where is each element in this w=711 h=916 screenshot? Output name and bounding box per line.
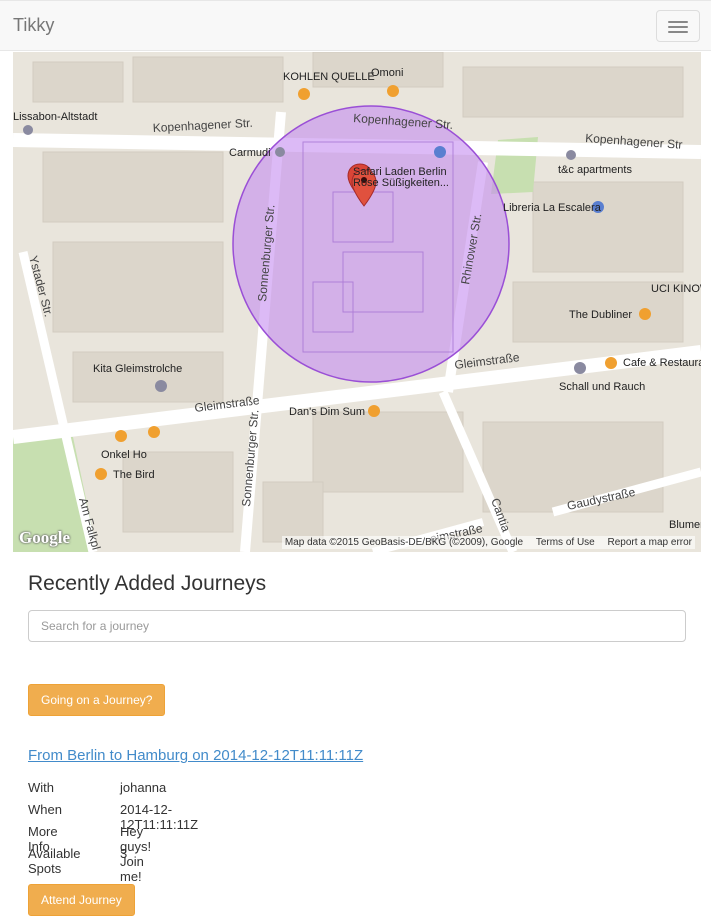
map-place-label: Dan's Dim Sum bbox=[289, 406, 365, 418]
map-place-label: Omoni bbox=[371, 67, 403, 79]
terms-link[interactable]: Terms of Use bbox=[536, 537, 595, 548]
brand-logo[interactable]: Tikky bbox=[13, 15, 54, 36]
section-heading: Recently Added Journeys bbox=[28, 572, 267, 595]
map-place-label: UCI KINOW bbox=[651, 283, 701, 295]
map-place-label: Carmudi bbox=[229, 147, 271, 159]
search-input[interactable] bbox=[28, 610, 686, 642]
when-label: When bbox=[28, 802, 62, 817]
navbar: Tikky bbox=[0, 0, 711, 51]
map-place-label: t&c apartments bbox=[558, 164, 632, 176]
map-place-label: Libreria La Escalera bbox=[503, 202, 602, 214]
map-place-label: Onkel Ho bbox=[101, 449, 147, 461]
menu-toggle-button[interactable] bbox=[656, 10, 700, 42]
map-attribution: Map data ©2015 GeoBasis-DE/BKG (©2009), … bbox=[281, 536, 695, 549]
map-data-credit: Map data ©2015 GeoBasis-DE/BKG (©2009), … bbox=[284, 537, 524, 548]
hamburger-icon bbox=[668, 21, 688, 23]
map-place-label: The Bird bbox=[113, 469, 155, 481]
map-place-label: Rose Süßigkeiten... bbox=[353, 177, 449, 189]
map-place-label: Lissabon-Altstadt bbox=[13, 111, 97, 123]
report-map-error-link[interactable]: Report a map error bbox=[608, 537, 692, 548]
map[interactable]: KOHLEN QUELLE Omoni Lissabon-Altstadt Ca… bbox=[13, 52, 701, 552]
available-spots-label: Available Spots bbox=[28, 846, 81, 876]
map-place-label: Cafe & Restaura bbox=[623, 357, 701, 369]
google-logo[interactable]: Google bbox=[19, 528, 70, 548]
with-label: With bbox=[28, 780, 54, 795]
map-place-label: The Dubliner bbox=[569, 309, 632, 321]
with-value: johanna bbox=[120, 780, 167, 795]
available-spots-value: 3 bbox=[120, 846, 128, 861]
map-place-label: KOHLEN QUELLE bbox=[283, 71, 375, 83]
attend-journey-button[interactable]: Attend Journey bbox=[28, 884, 135, 916]
journey-title-link[interactable]: From Berlin to Hamburg on 2014-12-12T11:… bbox=[28, 747, 363, 764]
map-place-label: Kita Gleimstrolche bbox=[93, 363, 182, 375]
map-canvas[interactable]: KOHLEN QUELLE Omoni Lissabon-Altstadt Ca… bbox=[13, 52, 701, 552]
going-on-journey-button[interactable]: Going on a Journey? bbox=[28, 684, 166, 716]
map-place-label: Blumen bbox=[669, 519, 701, 531]
map-place-label: Schall und Rauch bbox=[559, 381, 645, 393]
